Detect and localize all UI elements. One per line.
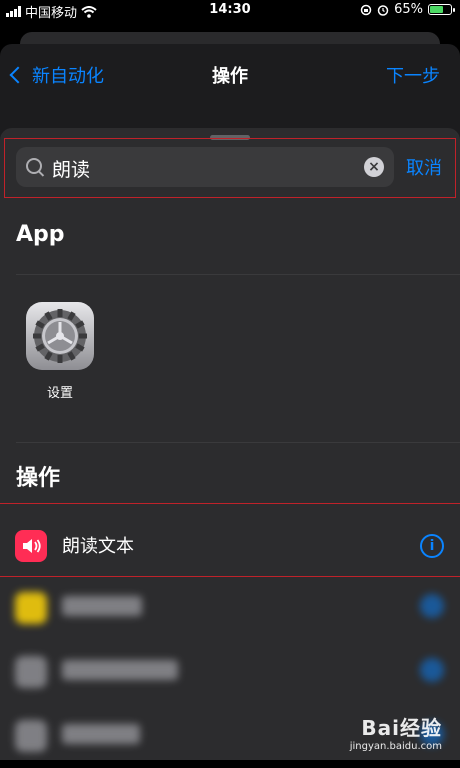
blurred-app-icon [15, 656, 47, 688]
rotation-lock-icon [360, 4, 372, 15]
blurred-app-icon [15, 720, 47, 752]
clear-icon[interactable]: × [364, 157, 384, 177]
search-input[interactable]: 朗读 [52, 155, 90, 182]
app-settings-tile[interactable] [26, 302, 94, 370]
status-right: 65% [360, 2, 455, 17]
divider [16, 274, 460, 275]
app-settings-label: 设置 [46, 386, 73, 401]
watermark-brand: Bai经验 [361, 716, 442, 740]
action-label: 朗读文本 [62, 536, 134, 557]
watermark-url: jingyan.baidu.com [349, 741, 442, 752]
blurred-row [0, 644, 460, 704]
section-header-actions: 操作 [16, 466, 61, 491]
battery-icon [428, 4, 455, 15]
section-header-app: App [16, 222, 65, 247]
blurred-row [0, 580, 460, 640]
search-icon [26, 158, 42, 174]
battery-percent: 65% [394, 2, 423, 17]
next-button[interactable]: 下一步 [386, 62, 440, 88]
search-field[interactable]: 朗读 × [16, 147, 394, 187]
status-bar: 中国移动 14:30 65% [0, 0, 460, 22]
info-icon[interactable]: i [420, 534, 444, 558]
cancel-button[interactable]: 取消 [406, 154, 442, 180]
speaker-icon [15, 530, 47, 562]
divider [16, 442, 460, 443]
settings-gear-icon [33, 309, 87, 363]
alarm-icon [377, 4, 389, 16]
action-row-speak-text[interactable]: 朗读文本 i [0, 512, 460, 574]
watermark: Bai经验 jingyan.baidu.com [350, 712, 442, 752]
blurred-app-icon [15, 592, 47, 624]
navigation-bar: 新自动化 操作 下一步 [0, 56, 460, 92]
